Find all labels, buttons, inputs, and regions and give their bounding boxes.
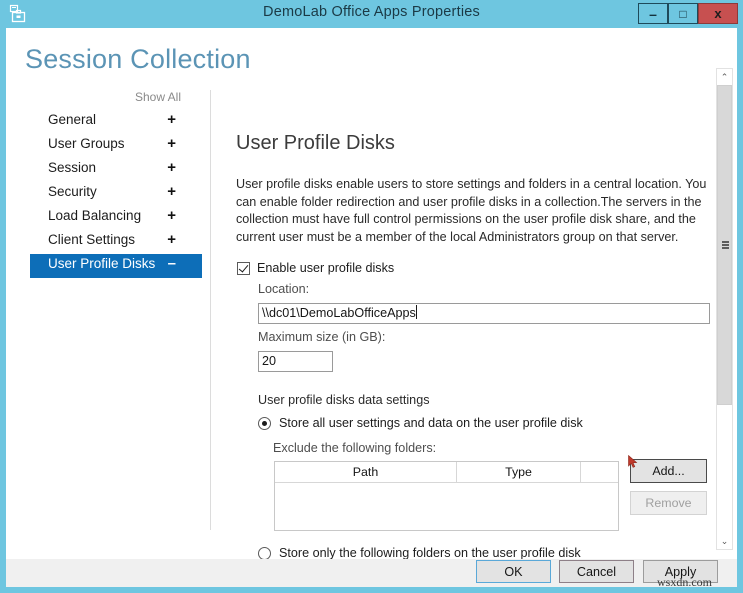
- sidebar-item-label: User Profile Disks: [48, 256, 156, 271]
- data-settings-label: User profile disks data settings: [258, 393, 430, 407]
- maximum-size-label: Maximum size (in GB):: [258, 330, 386, 344]
- maximize-icon: □: [679, 6, 687, 21]
- expand-plus-icon: +: [167, 159, 176, 176]
- location-value: \\dc01\DemoLabOfficeApps: [262, 306, 416, 320]
- checkbox-box: [237, 261, 250, 275]
- column-header-blank[interactable]: [581, 462, 618, 482]
- exclude-folders-table[interactable]: Path Type: [274, 461, 619, 531]
- sidebar-item-label: User Groups: [48, 136, 125, 151]
- close-button[interactable]: x: [698, 3, 738, 24]
- properties-window: DemoLab Office Apps Properties – □ x Ses…: [0, 0, 743, 593]
- text-caret: [415, 305, 417, 319]
- column-header-path[interactable]: Path: [275, 462, 457, 482]
- dialog-footer: OK Cancel Apply: [6, 559, 737, 587]
- location-label: Location:: [258, 282, 310, 296]
- sidebar-item-load-balancing[interactable]: Load Balancing +: [30, 206, 202, 230]
- minimize-icon: –: [649, 5, 657, 22]
- vertical-scrollbar[interactable]: ⌃ ⌄: [716, 68, 733, 550]
- sidebar-item-session[interactable]: Session +: [30, 158, 202, 182]
- sidebar-item-label: Load Balancing: [48, 208, 142, 223]
- location-input[interactable]: \\dc01\DemoLabOfficeApps: [258, 303, 710, 324]
- table-header-row: Path Type: [275, 462, 618, 483]
- sidebar-divider: [210, 90, 211, 530]
- section-title: User Profile Disks: [236, 132, 395, 154]
- scrollbar-thumb[interactable]: [717, 85, 732, 405]
- expand-plus-icon: +: [167, 135, 176, 152]
- column-header-type[interactable]: Type: [457, 462, 581, 482]
- sidebar-item-label: Client Settings: [48, 232, 136, 247]
- sidebar-item-user-profile-disks[interactable]: User Profile Disks –: [30, 254, 202, 278]
- expand-plus-icon: +: [167, 183, 176, 200]
- sidebar-item-client-settings[interactable]: Client Settings +: [30, 230, 202, 254]
- cancel-button[interactable]: Cancel: [559, 560, 634, 583]
- sidebar-item-label: Security: [48, 184, 97, 199]
- scrollbar-grip-icon: [722, 241, 729, 249]
- scroll-down-arrow-icon[interactable]: ⌄: [717, 533, 732, 549]
- radio-label: Store all user settings and data on the …: [279, 416, 583, 430]
- remove-button: Remove: [630, 491, 707, 515]
- ok-button[interactable]: OK: [476, 560, 551, 583]
- expand-plus-icon: +: [167, 111, 176, 128]
- radio-button-circle: [258, 416, 271, 430]
- radio-store-all-settings[interactable]: Store all user settings and data on the …: [258, 416, 583, 430]
- enable-user-profile-disks-checkbox[interactable]: Enable user profile disks: [237, 261, 394, 275]
- expand-plus-icon: +: [167, 231, 176, 248]
- watermark: wsxdn.com: [657, 575, 712, 589]
- exclude-folders-label: Exclude the following folders:: [273, 441, 437, 455]
- radio-store-only-folders[interactable]: Store only the following folders on the …: [258, 546, 581, 559]
- maximize-button[interactable]: □: [668, 3, 698, 24]
- client-area: Session Collection Show All General + Us…: [6, 28, 737, 559]
- add-button[interactable]: Add...: [630, 459, 707, 483]
- sidebar-item-label: General: [48, 112, 97, 127]
- sidebar-item-security[interactable]: Security +: [30, 182, 202, 206]
- mouse-cursor-icon: [628, 455, 638, 468]
- title-bar: DemoLab Office Apps Properties – □ x: [0, 0, 743, 28]
- table-body-empty: [275, 483, 618, 530]
- checkbox-label: Enable user profile disks: [257, 261, 395, 275]
- page-title: Session Collection: [25, 44, 251, 74]
- sidebar-item-general[interactable]: General +: [30, 110, 202, 134]
- sidebar-item-user-groups[interactable]: User Groups +: [30, 134, 202, 158]
- sidebar-item-label: Session: [48, 160, 97, 175]
- section-description: User profile disks enable users to store…: [236, 177, 707, 244]
- collapse-minus-icon: –: [167, 255, 176, 272]
- minimize-button[interactable]: –: [638, 3, 668, 24]
- scroll-up-arrow-icon[interactable]: ⌃: [717, 69, 732, 85]
- expand-plus-icon: +: [167, 207, 176, 224]
- maximum-size-input[interactable]: 20: [258, 351, 333, 372]
- close-icon: x: [714, 6, 722, 21]
- radio-label: Store only the following folders on the …: [279, 546, 581, 559]
- sidebar-nav-list: General + User Groups + Session + Securi…: [6, 110, 211, 278]
- settings-sidebar: Show All General + User Groups + Session…: [6, 90, 211, 559]
- radio-button-circle: [258, 546, 271, 559]
- show-all-link[interactable]: Show All: [135, 90, 181, 104]
- window-title: DemoLab Office Apps Properties: [263, 4, 480, 20]
- main-settings-pane: User Profile Disks User profile disks en…: [228, 90, 715, 559]
